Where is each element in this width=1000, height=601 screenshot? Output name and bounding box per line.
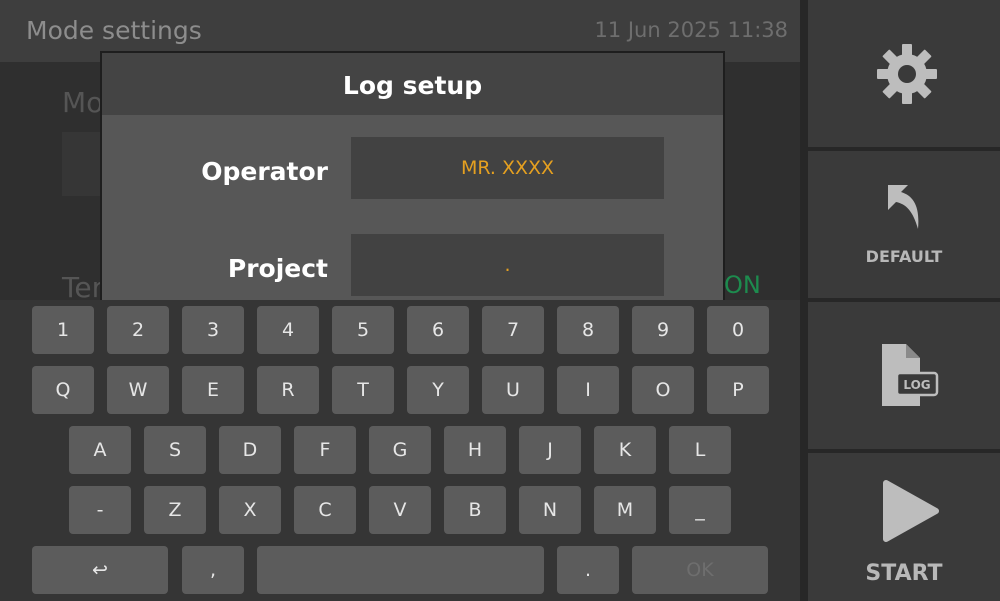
project-field[interactable]: . — [351, 234, 664, 296]
key-t[interactable]: T — [332, 366, 394, 414]
key-m[interactable]: M — [594, 486, 656, 534]
key-5[interactable]: 5 — [332, 306, 394, 354]
key-6[interactable]: 6 — [407, 306, 469, 354]
datetime-display: 11 Jun 2025 11:38 — [594, 18, 788, 42]
key-period[interactable]: . — [557, 546, 619, 594]
gear-icon — [877, 44, 937, 104]
onscreen-keyboard: 1 2 3 4 5 6 7 8 9 0 Q W E R T Y U I O P A S D F G H J K L - Z X C V B N M _ ↩,… — [0, 300, 800, 601]
key-z[interactable]: Z — [144, 486, 206, 534]
key-d[interactable]: D — [219, 426, 281, 474]
key-c[interactable]: C — [294, 486, 356, 534]
log-file-icon: LOG — [882, 344, 939, 406]
start-button[interactable]: START — [808, 453, 1000, 601]
sidebar: DEFAULT LOG START — [800, 0, 1000, 601]
key-1[interactable]: 1 — [32, 306, 94, 354]
key-h[interactable]: H — [444, 426, 506, 474]
key--[interactable]: - — [69, 486, 131, 534]
key-s[interactable]: S — [144, 426, 206, 474]
key-2[interactable]: 2 — [107, 306, 169, 354]
key-a[interactable]: A — [69, 426, 131, 474]
default-button[interactable]: DEFAULT — [808, 151, 1000, 298]
key-k[interactable]: K — [594, 426, 656, 474]
key-l[interactable]: L — [669, 426, 731, 474]
key-x[interactable]: X — [219, 486, 281, 534]
key-8[interactable]: 8 — [557, 306, 619, 354]
project-label: Project — [227, 254, 328, 283]
key-p[interactable]: P — [707, 366, 769, 414]
background-mode-label: Mo — [62, 86, 104, 119]
operator-field[interactable]: MR. XXXX — [351, 137, 664, 199]
space-key[interactable] — [257, 546, 544, 594]
key-r[interactable]: R — [257, 366, 319, 414]
start-label: START — [865, 561, 943, 586]
dialog-title: Log setup — [102, 53, 723, 115]
key-j[interactable]: J — [519, 426, 581, 474]
key-o[interactable]: O — [632, 366, 694, 414]
key-y[interactable]: Y — [407, 366, 469, 414]
log-button[interactable]: LOG — [808, 302, 1000, 449]
default-label: DEFAULT — [865, 247, 943, 266]
key-b[interactable]: B — [444, 486, 506, 534]
operator-label: Operator — [201, 157, 328, 186]
backspace-key[interactable]: ↩ — [32, 546, 168, 594]
key-i[interactable]: I — [557, 366, 619, 414]
ok-key[interactable]: OK — [632, 546, 768, 594]
key-u[interactable]: U — [482, 366, 544, 414]
key-comma[interactable]: , — [182, 546, 244, 594]
page-title: Mode settings — [26, 16, 202, 45]
key-w[interactable]: W — [107, 366, 169, 414]
key-4[interactable]: 4 — [257, 306, 319, 354]
key-g[interactable]: G — [369, 426, 431, 474]
key-f[interactable]: F — [294, 426, 356, 474]
key-3[interactable]: 3 — [182, 306, 244, 354]
key-_[interactable]: _ — [669, 486, 731, 534]
log-icon-text: LOG — [903, 378, 930, 392]
background-status-on: ON — [724, 271, 761, 299]
key-v[interactable]: V — [369, 486, 431, 534]
key-7[interactable]: 7 — [482, 306, 544, 354]
key-q[interactable]: Q — [32, 366, 94, 414]
play-icon — [883, 480, 939, 542]
key-n[interactable]: N — [519, 486, 581, 534]
key-0[interactable]: 0 — [707, 306, 769, 354]
key-e[interactable]: E — [182, 366, 244, 414]
settings-button[interactable] — [808, 0, 1000, 147]
undo-arrow-icon — [888, 185, 919, 229]
key-9[interactable]: 9 — [632, 306, 694, 354]
background-mode-field — [62, 132, 102, 196]
log-setup-dialog: Log setup Operator MR. XXXX Project . — [100, 51, 725, 311]
